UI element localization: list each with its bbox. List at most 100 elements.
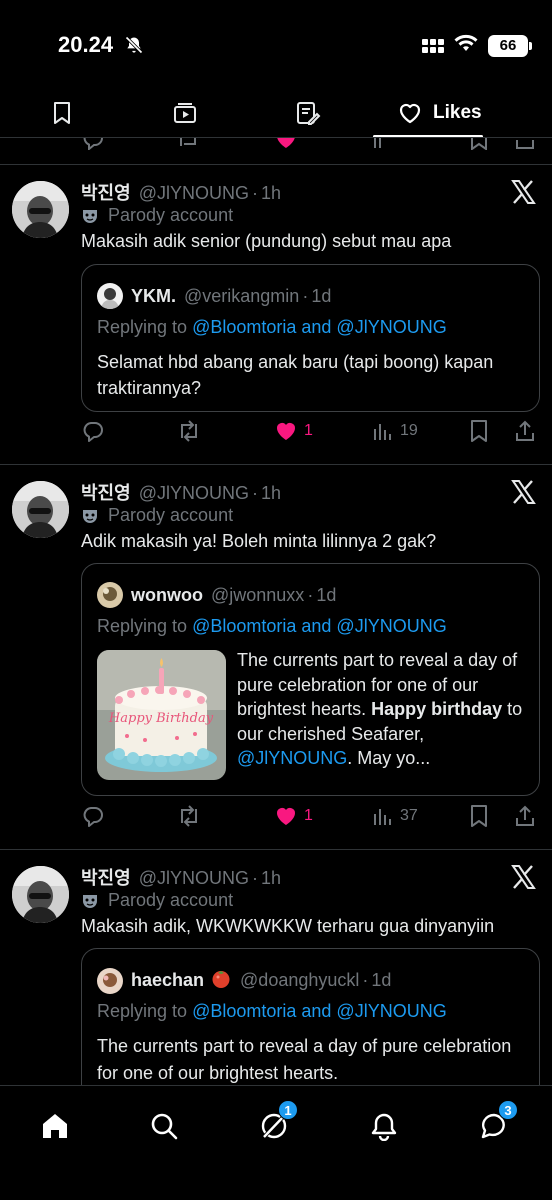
share-icon — [516, 420, 534, 441]
bookmark-button[interactable] — [469, 420, 489, 442]
tab-likes-label: Likes — [433, 102, 482, 123]
quote-text: The currents part to reveal a day of pur… — [237, 648, 532, 771]
separator-dot: · — [302, 285, 309, 306]
display-name[interactable]: 박진영 — [81, 179, 131, 205]
parody-mask-icon — [83, 894, 97, 908]
tab-likes[interactable]: Likes — [369, 88, 551, 138]
tweet-text: Adik makasih ya! Boleh minta lilinnya 2 … — [81, 531, 437, 551]
replying-prefix: Replying to — [97, 1001, 188, 1021]
parody-label: Parody account — [108, 205, 234, 225]
separator-dot: · — [251, 868, 258, 888]
replying-to: Replying to @Bloomtoria and @JlYNOUNG — [97, 317, 447, 338]
tweet-time[interactable]: 1h — [261, 183, 281, 204]
display-name[interactable]: 박진영 — [81, 864, 131, 890]
quote-text-mention[interactable]: @JlYNOUNG — [237, 748, 347, 768]
x-logo-icon — [510, 479, 536, 510]
tweet-time[interactable]: 1h — [261, 483, 281, 504]
user-handle[interactable]: @JlYNOUNG — [139, 868, 249, 889]
quoted-tweet[interactable]: wonwoo @jwonnuxx · 1d Replying to @Bloom… — [81, 563, 540, 796]
repost-icon — [181, 805, 197, 827]
reply-icon — [82, 138, 104, 150]
tab-media[interactable] — [123, 88, 246, 138]
tweet[interactable]: 박진영 @JlYNOUNG · 1h Parody account Makasi… — [0, 165, 552, 465]
user-handle[interactable]: @JlYNOUNG — [139, 183, 249, 204]
share-icon — [516, 805, 534, 826]
quote-text: The currents part to reveal a day of pur… — [97, 1036, 512, 1083]
nav-messages[interactable]: 3 — [472, 1100, 518, 1148]
display-name[interactable]: 박진영 — [81, 479, 131, 505]
repost-icon — [181, 420, 197, 442]
avatar[interactable] — [12, 866, 69, 923]
replying-to: Replying to @Bloomtoria and @JlYNOUNG — [97, 616, 447, 637]
view-count: 19 — [400, 422, 418, 439]
x-logo-icon — [510, 864, 536, 895]
bookmark-icon — [469, 138, 489, 150]
views-icon — [372, 138, 394, 150]
quote-avatar — [97, 967, 123, 994]
notification-badge: 1 — [278, 1100, 298, 1120]
mute-icon — [124, 35, 144, 60]
replying-prefix: Replying to — [97, 616, 188, 636]
tweet[interactable]: 박진영 @JlYNOUNG · 1h Parody account Makasi… — [0, 850, 552, 1085]
battery-indicator: 66 — [488, 34, 532, 57]
avatar[interactable] — [12, 181, 69, 238]
nav-home[interactable] — [33, 1104, 77, 1148]
user-handle[interactable]: @JlYNOUNG — [139, 483, 249, 504]
profile-tabs: Likes — [0, 88, 552, 138]
heart-filled-icon — [277, 423, 295, 440]
repost-button[interactable] — [176, 805, 202, 827]
reply-button[interactable] — [82, 805, 104, 827]
replying-mentions[interactable]: @Bloomtoria and @JlYNOUNG — [192, 1001, 447, 1021]
views-icon — [374, 424, 391, 440]
replying-mentions[interactable]: @Bloomtoria and @JlYNOUNG — [192, 317, 447, 337]
quote-display-name: wonwoo — [131, 584, 203, 605]
share-button[interactable] — [514, 805, 536, 827]
views-button[interactable]: 37 — [372, 805, 418, 827]
tab-articles[interactable] — [246, 88, 369, 138]
replying-to: Replying to @Bloomtoria and @JlYNOUNG — [97, 1001, 447, 1022]
parody-mask-icon — [83, 509, 97, 523]
bell-icon — [371, 1113, 397, 1141]
tweet[interactable]: 박진영 @JlYNOUNG · 1h Parody account Adik m… — [0, 465, 552, 849]
birthday-cake-image[interactable]: Happy Birthday — [97, 650, 226, 780]
like-count: 1 — [304, 807, 313, 824]
tab-bookmarks[interactable] — [0, 88, 123, 138]
bookmark-icon — [471, 805, 487, 827]
quote-handle: @jwonnuxx — [210, 584, 305, 605]
quote-time: 1d — [311, 285, 332, 306]
parody-label: Parody account — [108, 505, 234, 525]
parody-mask-icon — [83, 209, 97, 223]
quoted-tweet[interactable]: YKM. @verikangmin · 1d Replying to @Bloo… — [81, 264, 540, 412]
quote-time: 1d — [316, 584, 337, 605]
quote-time: 1d — [371, 970, 392, 990]
nav-search[interactable] — [142, 1104, 186, 1148]
video-icon — [173, 103, 196, 123]
avatar[interactable] — [12, 481, 69, 538]
quoted-tweet[interactable]: haechan @doanghyuckl · 1d Replying to @B… — [81, 948, 540, 1085]
nav-grok[interactable]: 1 — [252, 1100, 298, 1148]
bookmark-button[interactable] — [469, 805, 489, 827]
separator-dot: · — [251, 183, 258, 203]
quote-handle: @doanghyuckl — [240, 970, 360, 990]
separator-dot: · — [251, 483, 258, 503]
views-button[interactable]: 19 — [372, 420, 418, 442]
previous-tweet-actions — [0, 138, 552, 150]
like-button[interactable]: 1 — [274, 805, 313, 827]
nav-notifications[interactable] — [362, 1104, 406, 1148]
quote-text-part3: . May yo... — [347, 748, 431, 768]
repost-button[interactable] — [176, 420, 202, 442]
status-time: 20.24 — [58, 32, 114, 57]
cellular-signal-icon — [422, 38, 444, 53]
replying-mentions[interactable]: @Bloomtoria and @JlYNOUNG — [192, 616, 447, 636]
home-icon — [43, 1114, 67, 1138]
reply-button[interactable] — [82, 420, 104, 442]
status-bar: 20.24 66 — [0, 0, 552, 90]
tomato-emoji — [210, 967, 232, 994]
cake-lettering: Happy Birthday — [108, 711, 214, 726]
heart-filled-icon — [277, 808, 295, 825]
share-button[interactable] — [514, 420, 536, 442]
like-button[interactable]: 1 — [274, 420, 313, 442]
quote-avatar — [97, 283, 123, 309]
tweet-time[interactable]: 1h — [261, 868, 281, 889]
replying-prefix: Replying to — [97, 317, 188, 337]
